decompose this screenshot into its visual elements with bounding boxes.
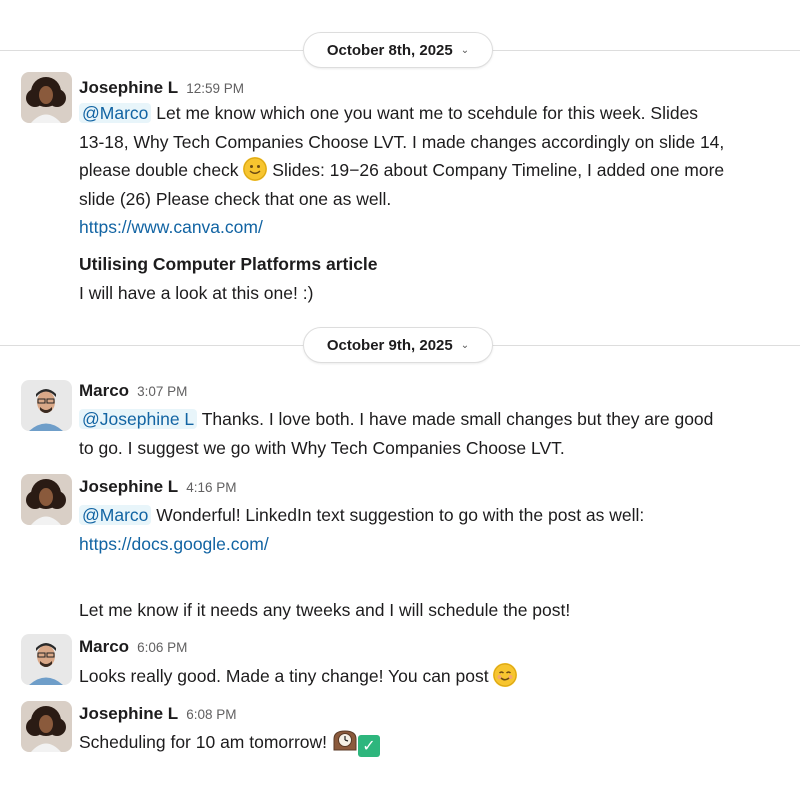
user-mention[interactable]: @Marco [79,103,152,123]
canva-link[interactable]: https://www.canva.com/ [79,217,263,237]
check-mark-emoji-icon: ✓ [357,735,380,757]
message-text: Scheduling for 10 am tomorrow! ✓ [79,728,779,757]
author-name[interactable]: Josephine L [79,78,178,98]
relieved-smile-emoji-icon [493,663,518,687]
mantelpiece-clock-emoji-icon [332,729,358,751]
author-name[interactable]: Josephine L [79,704,178,724]
author-name[interactable]: Josephine L [79,477,178,497]
date-label: October 8th, 2025 [326,41,453,59]
author-name[interactable]: Marco [79,381,129,401]
avatar[interactable] [21,380,72,431]
date-divider: October 9th, 2025 ⌄ [0,327,800,365]
date-label: October 9th, 2025 [326,336,453,354]
date-divider: October 8th, 2025 ⌄ [0,32,800,70]
date-pill-button[interactable]: October 8th, 2025 ⌄ [303,32,493,68]
date-pill-button[interactable]: October 9th, 2025 ⌄ [303,327,493,363]
message-text: @Marco Let me know which one you want me… [79,103,725,237]
user-mention[interactable]: @Josephine L [79,409,198,429]
article-heading: Utilising Computer Platforms article [79,254,378,274]
avatar[interactable] [21,634,72,685]
chevron-down-icon: ⌄ [460,44,470,56]
message-text: @Marco Wonderful! LinkedIn text suggesti… [79,505,645,620]
timestamp[interactable]: 12:59 PM [186,81,244,96]
timestamp[interactable]: 6:06 PM [137,640,187,655]
timestamp[interactable]: 4:16 PM [186,480,236,495]
timestamp[interactable]: 6:08 PM [186,707,236,722]
chevron-down-icon: ⌄ [460,339,470,351]
avatar[interactable] [21,474,72,525]
google-docs-link[interactable]: https://docs.google.com/ [79,534,269,554]
message-text: @Josephine L Thanks. I love both. I have… [79,409,714,458]
avatar[interactable] [21,701,72,752]
smiley-emoji-icon [243,157,268,181]
avatar[interactable] [21,72,72,123]
user-mention[interactable]: @Marco [79,505,152,525]
author-name[interactable]: Marco [79,637,129,657]
timestamp[interactable]: 3:07 PM [137,384,187,399]
message-text: Looks really good. Made a tiny change! Y… [79,662,779,691]
